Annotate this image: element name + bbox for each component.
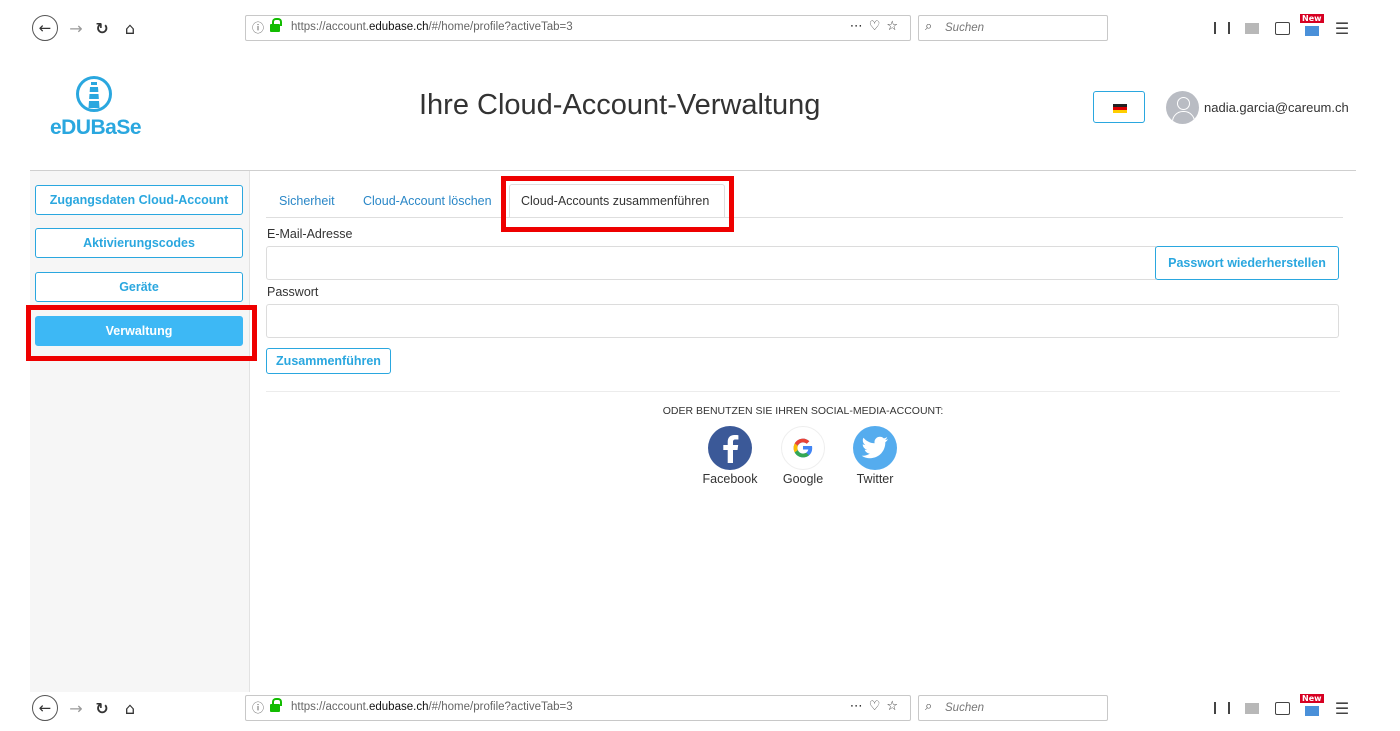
form-divider bbox=[266, 391, 1340, 392]
more-icon[interactable]: ⋯ bbox=[850, 19, 869, 34]
email-label: E-Mail-Adresse bbox=[267, 227, 353, 241]
browser-toolbar-bottom: ← → ↻ ⌂ ⓘ https://account.edubase.ch/#/h… bbox=[30, 692, 1357, 724]
info-icon[interactable]: ⓘ bbox=[252, 699, 264, 716]
bookmark-star-icon[interactable]: ☆ bbox=[886, 19, 904, 34]
reader-icon[interactable] bbox=[1244, 700, 1260, 716]
password-field[interactable] bbox=[266, 304, 1339, 338]
search-placeholder: Suchen bbox=[945, 22, 985, 34]
edubase-logo[interactable]: eDUBaSe bbox=[50, 73, 142, 139]
user-email[interactable]: nadia.garcia@careum.ch bbox=[1204, 100, 1349, 115]
pocket-icon[interactable]: ♡ bbox=[869, 699, 887, 714]
url-bar[interactable]: ⓘ https://account.edubase.ch/#/home/prof… bbox=[245, 15, 911, 41]
sidebar-item-aktivierungscodes[interactable]: Aktivierungscodes bbox=[35, 228, 243, 258]
url-bar[interactable]: ⓘ https://account.edubase.ch/#/home/prof… bbox=[245, 695, 911, 721]
forward-icon[interactable]: → bbox=[64, 16, 88, 40]
sidebar-toggle-icon[interactable] bbox=[1274, 20, 1290, 36]
language-button[interactable] bbox=[1093, 91, 1145, 123]
forward-icon[interactable]: → bbox=[64, 696, 88, 720]
home-icon[interactable]: ⌂ bbox=[118, 696, 142, 720]
sidebar: Zugangsdaten Cloud-Account Aktivierungsc… bbox=[30, 171, 250, 692]
password-label: Passwort bbox=[267, 285, 319, 299]
twitter-glyph bbox=[861, 436, 888, 459]
toolbar-icons: New ☰ bbox=[1214, 14, 1350, 40]
toolbar-icons: New ☰ bbox=[1214, 694, 1350, 720]
new-badge: New bbox=[1300, 694, 1324, 703]
back-icon[interactable]: ← bbox=[32, 15, 58, 41]
url-actions: ⋯♡☆ bbox=[850, 699, 904, 714]
search-placeholder: Suchen bbox=[945, 702, 985, 714]
pocket-icon[interactable]: ♡ bbox=[869, 19, 887, 34]
twitter-login[interactable]: Twitter bbox=[840, 426, 910, 490]
url-text[interactable]: https://account.edubase.ch/#/home/profil… bbox=[291, 701, 573, 713]
google-icon[interactable] bbox=[781, 426, 825, 470]
url-text[interactable]: https://account.edubase.ch/#/home/profil… bbox=[291, 21, 573, 33]
lock-icon bbox=[270, 698, 282, 714]
more-icon[interactable]: ⋯ bbox=[850, 699, 869, 714]
page-title: Ihre Cloud-Account-Verwaltung bbox=[419, 89, 821, 121]
tab-sicherheit[interactable]: Sicherheit bbox=[279, 194, 335, 208]
recover-password-button[interactable]: Passwort wiederherstellen bbox=[1155, 246, 1339, 280]
reload-icon[interactable]: ↻ bbox=[90, 696, 114, 720]
search-icon: ⌕ bbox=[925, 19, 933, 34]
google-glyph bbox=[793, 438, 813, 458]
avatar[interactable] bbox=[1166, 91, 1199, 124]
browser-toolbar-top: ← → ↻ ⌂ ⓘ https://account.edubase.ch/#/h… bbox=[30, 12, 1357, 44]
search-icon: ⌕ bbox=[925, 699, 933, 714]
google-login[interactable]: Google bbox=[768, 426, 838, 490]
highlight-box-tab bbox=[501, 176, 734, 232]
back-icon[interactable]: ← bbox=[32, 695, 58, 721]
info-icon[interactable]: ⓘ bbox=[252, 19, 264, 36]
sidebar-toggle-icon[interactable] bbox=[1274, 700, 1290, 716]
sidebar-item-geraete[interactable]: Geräte bbox=[35, 272, 243, 302]
library-icon[interactable] bbox=[1214, 700, 1230, 716]
facebook-glyph bbox=[723, 435, 739, 463]
twitter-label: Twitter bbox=[856, 472, 894, 486]
highlight-box-sidebar bbox=[26, 305, 257, 361]
url-actions: ⋯♡☆ bbox=[850, 19, 904, 34]
facebook-login[interactable]: Facebook bbox=[695, 426, 765, 490]
search-input[interactable]: ⌕ Suchen bbox=[918, 695, 1108, 721]
lock-icon bbox=[270, 18, 282, 34]
email-field[interactable] bbox=[266, 246, 1156, 280]
reload-icon[interactable]: ↻ bbox=[90, 16, 114, 40]
twitter-icon[interactable] bbox=[853, 426, 897, 470]
facebook-label: Facebook bbox=[702, 472, 758, 486]
screenshot-icon[interactable]: New bbox=[1300, 694, 1324, 716]
reader-icon[interactable] bbox=[1244, 20, 1260, 36]
social-heading: ODER BENUTZEN SIE IHREN SOCIAL-MEDIA-ACC… bbox=[662, 405, 944, 417]
bookmark-star-icon[interactable]: ☆ bbox=[886, 699, 904, 714]
home-icon[interactable]: ⌂ bbox=[118, 16, 142, 40]
library-icon[interactable] bbox=[1214, 20, 1230, 36]
german-flag-icon bbox=[1113, 104, 1127, 113]
google-label: Google bbox=[782, 472, 824, 486]
new-badge: New bbox=[1300, 14, 1324, 23]
tabs-divider bbox=[266, 217, 1343, 218]
logo-text: eDUBaSe bbox=[50, 116, 142, 139]
menu-icon[interactable]: ☰ bbox=[1334, 699, 1350, 718]
screenshot-icon[interactable]: New bbox=[1300, 14, 1324, 36]
facebook-icon[interactable] bbox=[708, 426, 752, 470]
merge-button[interactable]: Zusammenführen bbox=[266, 348, 391, 374]
lighthouse-icon bbox=[76, 76, 112, 112]
search-input[interactable]: ⌕ Suchen bbox=[918, 15, 1108, 41]
menu-icon[interactable]: ☰ bbox=[1334, 19, 1350, 38]
tab-account-loeschen[interactable]: Cloud-Account löschen bbox=[363, 194, 492, 208]
sidebar-item-zugangsdaten[interactable]: Zugangsdaten Cloud-Account bbox=[35, 185, 243, 215]
